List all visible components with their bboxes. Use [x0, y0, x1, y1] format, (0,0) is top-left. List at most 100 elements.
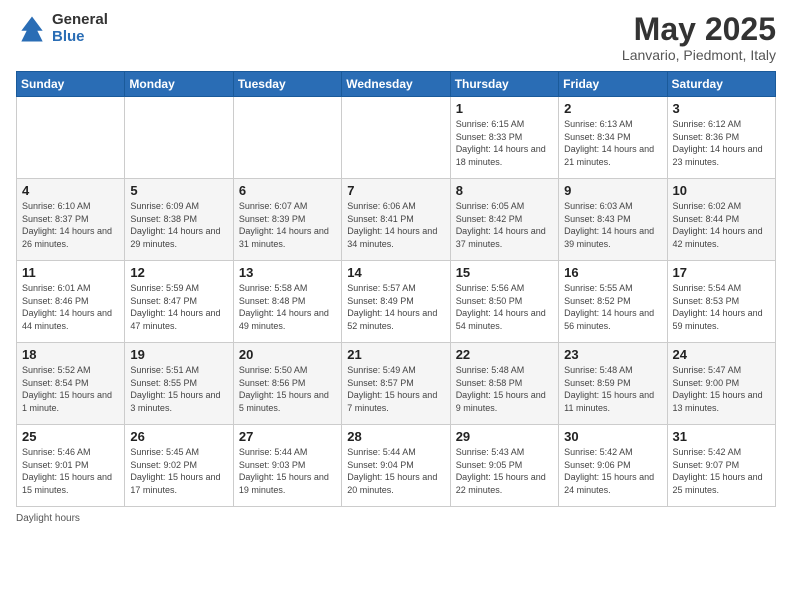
- daylight-label: Daylight: 14 hours and 56 minutes.: [564, 308, 654, 331]
- day-info: Sunrise: 5:46 AM Sunset: 9:01 PM Dayligh…: [22, 446, 119, 496]
- sunset-label: Sunset: 8:55 PM: [130, 378, 197, 388]
- sunset-label: Sunset: 8:57 PM: [347, 378, 414, 388]
- sunrise-label: Sunrise: 5:56 AM: [456, 283, 525, 293]
- day-info: Sunrise: 6:13 AM Sunset: 8:34 PM Dayligh…: [564, 118, 661, 168]
- sunrise-label: Sunrise: 6:06 AM: [347, 201, 416, 211]
- sunset-label: Sunset: 8:46 PM: [22, 296, 89, 306]
- daylight-label: Daylight: 15 hours and 11 minutes.: [564, 390, 654, 413]
- day-info: Sunrise: 6:06 AM Sunset: 8:41 PM Dayligh…: [347, 200, 444, 250]
- sunset-label: Sunset: 9:05 PM: [456, 460, 523, 470]
- sunrise-label: Sunrise: 6:15 AM: [456, 119, 525, 129]
- daylight-label: Daylight: 14 hours and 42 minutes.: [673, 226, 763, 249]
- calendar-cell: 19 Sunrise: 5:51 AM Sunset: 8:55 PM Dayl…: [125, 343, 233, 425]
- sunrise-label: Sunrise: 5:44 AM: [239, 447, 308, 457]
- day-info: Sunrise: 5:48 AM Sunset: 8:58 PM Dayligh…: [456, 364, 553, 414]
- day-number: 20: [239, 347, 336, 362]
- calendar-cell: 11 Sunrise: 6:01 AM Sunset: 8:46 PM Dayl…: [17, 261, 125, 343]
- calendar-cell: 3 Sunrise: 6:12 AM Sunset: 8:36 PM Dayli…: [667, 97, 775, 179]
- sunrise-label: Sunrise: 5:42 AM: [673, 447, 742, 457]
- daylight-label: Daylight: 14 hours and 37 minutes.: [456, 226, 546, 249]
- calendar-cell: 20 Sunrise: 5:50 AM Sunset: 8:56 PM Dayl…: [233, 343, 341, 425]
- sunrise-label: Sunrise: 5:43 AM: [456, 447, 525, 457]
- calendar-cell: 17 Sunrise: 5:54 AM Sunset: 8:53 PM Dayl…: [667, 261, 775, 343]
- calendar-cell: 1 Sunrise: 6:15 AM Sunset: 8:33 PM Dayli…: [450, 97, 558, 179]
- sunset-label: Sunset: 8:44 PM: [673, 214, 740, 224]
- daylight-label: Daylight: 15 hours and 1 minute.: [22, 390, 112, 413]
- daylight-label: Daylight: 15 hours and 24 minutes.: [564, 472, 654, 495]
- daylight-label: Daylight: 14 hours and 49 minutes.: [239, 308, 329, 331]
- daylight-label: Daylight: 14 hours and 44 minutes.: [22, 308, 112, 331]
- day-number: 8: [456, 183, 553, 198]
- day-number: 24: [673, 347, 770, 362]
- day-number: 26: [130, 429, 227, 444]
- sunset-label: Sunset: 8:50 PM: [456, 296, 523, 306]
- day-info: Sunrise: 5:57 AM Sunset: 8:49 PM Dayligh…: [347, 282, 444, 332]
- day-number: 19: [130, 347, 227, 362]
- sunrise-label: Sunrise: 5:57 AM: [347, 283, 416, 293]
- sunset-label: Sunset: 9:07 PM: [673, 460, 740, 470]
- daylight-label: Daylight: 15 hours and 17 minutes.: [130, 472, 220, 495]
- calendar-cell: [342, 97, 450, 179]
- sunrise-label: Sunrise: 6:10 AM: [22, 201, 91, 211]
- daylight-label: Daylight: 15 hours and 19 minutes.: [239, 472, 329, 495]
- day-number: 23: [564, 347, 661, 362]
- day-info: Sunrise: 6:03 AM Sunset: 8:43 PM Dayligh…: [564, 200, 661, 250]
- calendar-week-row: 25 Sunrise: 5:46 AM Sunset: 9:01 PM Dayl…: [17, 425, 776, 507]
- calendar-cell: 29 Sunrise: 5:43 AM Sunset: 9:05 PM Dayl…: [450, 425, 558, 507]
- sunrise-label: Sunrise: 5:49 AM: [347, 365, 416, 375]
- day-info: Sunrise: 5:47 AM Sunset: 9:00 PM Dayligh…: [673, 364, 770, 414]
- calendar-cell: 23 Sunrise: 5:48 AM Sunset: 8:59 PM Dayl…: [559, 343, 667, 425]
- daylight-label: Daylight: 15 hours and 7 minutes.: [347, 390, 437, 413]
- day-info: Sunrise: 6:01 AM Sunset: 8:46 PM Dayligh…: [22, 282, 119, 332]
- sunset-label: Sunset: 8:54 PM: [22, 378, 89, 388]
- calendar-cell: 25 Sunrise: 5:46 AM Sunset: 9:01 PM Dayl…: [17, 425, 125, 507]
- day-info: Sunrise: 5:51 AM Sunset: 8:55 PM Dayligh…: [130, 364, 227, 414]
- calendar-header-row: SundayMondayTuesdayWednesdayThursdayFrid…: [17, 72, 776, 97]
- day-info: Sunrise: 5:55 AM Sunset: 8:52 PM Dayligh…: [564, 282, 661, 332]
- sunrise-label: Sunrise: 6:13 AM: [564, 119, 633, 129]
- calendar-cell: 30 Sunrise: 5:42 AM Sunset: 9:06 PM Dayl…: [559, 425, 667, 507]
- sunset-label: Sunset: 8:43 PM: [564, 214, 631, 224]
- day-number: 27: [239, 429, 336, 444]
- sunset-label: Sunset: 8:36 PM: [673, 132, 740, 142]
- calendar-cell: 5 Sunrise: 6:09 AM Sunset: 8:38 PM Dayli…: [125, 179, 233, 261]
- sunrise-label: Sunrise: 5:55 AM: [564, 283, 633, 293]
- sunrise-label: Sunrise: 5:48 AM: [456, 365, 525, 375]
- day-info: Sunrise: 6:05 AM Sunset: 8:42 PM Dayligh…: [456, 200, 553, 250]
- calendar-cell: [233, 97, 341, 179]
- sunrise-label: Sunrise: 5:59 AM: [130, 283, 199, 293]
- sunrise-label: Sunrise: 6:07 AM: [239, 201, 308, 211]
- calendar-cell: 31 Sunrise: 5:42 AM Sunset: 9:07 PM Dayl…: [667, 425, 775, 507]
- sunset-label: Sunset: 8:58 PM: [456, 378, 523, 388]
- daylight-label: Daylight: 14 hours and 34 minutes.: [347, 226, 437, 249]
- sunset-label: Sunset: 9:01 PM: [22, 460, 89, 470]
- daylight-label: Daylight: 14 hours and 31 minutes.: [239, 226, 329, 249]
- sunrise-label: Sunrise: 5:48 AM: [564, 365, 633, 375]
- header: General Blue May 2025 Lanvario, Piedmont…: [16, 12, 776, 63]
- day-info: Sunrise: 5:49 AM Sunset: 8:57 PM Dayligh…: [347, 364, 444, 414]
- day-info: Sunrise: 5:44 AM Sunset: 9:04 PM Dayligh…: [347, 446, 444, 496]
- day-number: 12: [130, 265, 227, 280]
- daylight-label: Daylight: 15 hours and 9 minutes.: [456, 390, 546, 413]
- calendar-table: SundayMondayTuesdayWednesdayThursdayFrid…: [16, 71, 776, 507]
- day-info: Sunrise: 6:02 AM Sunset: 8:44 PM Dayligh…: [673, 200, 770, 250]
- daylight-label: Daylight: 14 hours and 29 minutes.: [130, 226, 220, 249]
- day-info: Sunrise: 5:42 AM Sunset: 9:07 PM Dayligh…: [673, 446, 770, 496]
- calendar-cell: 8 Sunrise: 6:05 AM Sunset: 8:42 PM Dayli…: [450, 179, 558, 261]
- calendar-cell: 4 Sunrise: 6:10 AM Sunset: 8:37 PM Dayli…: [17, 179, 125, 261]
- sunset-label: Sunset: 8:59 PM: [564, 378, 631, 388]
- day-number: 31: [673, 429, 770, 444]
- sunset-label: Sunset: 9:06 PM: [564, 460, 631, 470]
- daylight-label: Daylight: 14 hours and 52 minutes.: [347, 308, 437, 331]
- logo: General Blue: [16, 12, 108, 45]
- day-info: Sunrise: 5:45 AM Sunset: 9:02 PM Dayligh…: [130, 446, 227, 496]
- day-info: Sunrise: 5:44 AM Sunset: 9:03 PM Dayligh…: [239, 446, 336, 496]
- calendar-cell: 22 Sunrise: 5:48 AM Sunset: 8:58 PM Dayl…: [450, 343, 558, 425]
- calendar-week-row: 4 Sunrise: 6:10 AM Sunset: 8:37 PM Dayli…: [17, 179, 776, 261]
- calendar-cell: 12 Sunrise: 5:59 AM Sunset: 8:47 PM Dayl…: [125, 261, 233, 343]
- day-of-week-header: Friday: [559, 72, 667, 97]
- calendar-cell: 26 Sunrise: 5:45 AM Sunset: 9:02 PM Dayl…: [125, 425, 233, 507]
- sunset-label: Sunset: 8:34 PM: [564, 132, 631, 142]
- daylight-label: Daylight: 14 hours and 39 minutes.: [564, 226, 654, 249]
- daylight-label: Daylight: 15 hours and 13 minutes.: [673, 390, 763, 413]
